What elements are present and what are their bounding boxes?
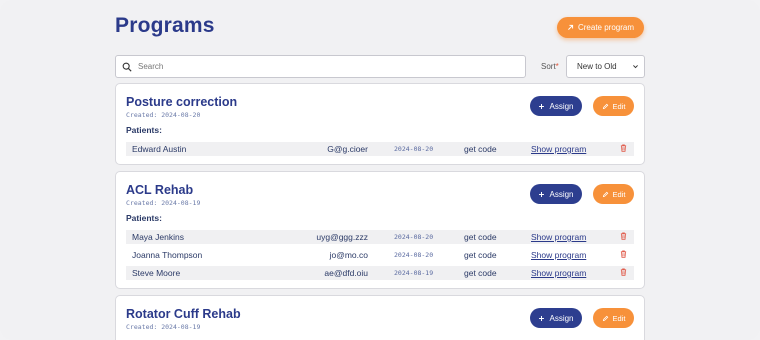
get-code-link[interactable]: get code	[464, 268, 497, 278]
assign-label: Assign	[549, 101, 574, 111]
app-window: Programs Create program Sort* New to Old…	[0, 0, 760, 340]
chevron-down-icon	[633, 65, 638, 69]
patient-name: Joanna Thompson	[132, 250, 203, 260]
assign-button[interactable]: Assign	[530, 308, 582, 328]
patient-assigned-date: 2024-08-20	[394, 145, 434, 153]
search-field[interactable]	[115, 55, 526, 78]
program-title: ACL Rehab	[126, 183, 194, 197]
program-card: Posture correction Created: 2024-08-20 A…	[115, 83, 645, 165]
program-created-date: Created: 2024-08-19	[126, 323, 201, 331]
program-card: ACL Rehab Created: 2024-08-19 Assign Edi…	[115, 171, 645, 289]
program-title: Posture correction	[126, 95, 238, 109]
patient-email: uyg@ggg.zzz	[316, 232, 368, 242]
show-program-link[interactable]: Show program	[531, 268, 586, 278]
trash-icon[interactable]	[620, 250, 627, 260]
assign-label: Assign	[549, 189, 574, 199]
get-code-link[interactable]: get code	[464, 232, 497, 242]
patient-row: Steve Moore ae@dfd.oiu 2024-08-19 get co…	[126, 266, 634, 280]
patient-row: Maya Jenkins uyg@ggg.zzz 2024-08-20 get …	[126, 230, 634, 244]
program-card: Rotator Cuff Rehab Created: 2024-08-19 A…	[115, 295, 645, 340]
patient-assigned-date: 2024-08-20	[394, 233, 434, 241]
program-title: Rotator Cuff Rehab	[126, 307, 241, 321]
edit-label: Edit	[612, 313, 626, 323]
show-program-link[interactable]: Show program	[531, 144, 586, 154]
sort-label: Sort*	[541, 62, 559, 71]
plus-icon	[539, 103, 545, 109]
edit-button[interactable]: Edit	[593, 184, 634, 204]
patients-label: Patients:	[126, 125, 162, 135]
assign-button[interactable]: Assign	[530, 96, 582, 116]
get-code-link[interactable]: get code	[464, 144, 497, 154]
patient-name: Maya Jenkins	[132, 232, 184, 242]
pencil-icon	[602, 315, 608, 321]
plus-icon	[539, 191, 545, 197]
patient-assigned-date: 2024-08-20	[394, 251, 434, 259]
patient-name: Edward Austin	[132, 144, 187, 154]
assign-button[interactable]: Assign	[530, 184, 582, 204]
patient-email: ae@dfd.oiu	[324, 268, 368, 278]
trash-icon[interactable]	[620, 268, 627, 278]
edit-button[interactable]: Edit	[593, 96, 634, 116]
patient-row: Joanna Thompson jo@mo.co 2024-08-20 get …	[126, 248, 634, 262]
trash-icon[interactable]	[620, 144, 627, 154]
search-input[interactable]	[138, 62, 518, 71]
patient-name: Steve Moore	[132, 268, 181, 278]
search-icon	[122, 62, 132, 72]
arrow-up-right-icon	[568, 24, 574, 30]
plus-icon	[539, 315, 545, 321]
patient-assigned-date: 2024-08-19	[394, 269, 434, 277]
patient-email: G@g.cioer	[327, 144, 368, 154]
page-title: Programs	[115, 14, 215, 37]
program-created-date: Created: 2024-08-19	[126, 199, 201, 207]
show-program-link[interactable]: Show program	[531, 250, 586, 260]
sort-select[interactable]: New to Old	[566, 55, 645, 78]
patient-email: jo@mo.co	[329, 250, 368, 260]
show-program-link[interactable]: Show program	[531, 232, 586, 242]
patient-row: Edward Austin G@g.cioer 2024-08-20 get c…	[126, 142, 634, 156]
create-program-label: Create program	[577, 23, 635, 32]
create-program-button[interactable]: Create program	[557, 17, 644, 38]
program-created-date: Created: 2024-08-20	[126, 111, 201, 119]
edit-label: Edit	[612, 189, 626, 199]
pencil-icon	[602, 103, 608, 109]
edit-label: Edit	[612, 101, 626, 111]
get-code-link[interactable]: get code	[464, 250, 497, 260]
sort-selected-value: New to Old	[577, 62, 617, 71]
assign-label: Assign	[549, 313, 574, 323]
edit-button[interactable]: Edit	[593, 308, 634, 328]
trash-icon[interactable]	[620, 232, 627, 242]
pencil-icon	[602, 191, 608, 197]
patients-label: Patients:	[126, 213, 162, 223]
